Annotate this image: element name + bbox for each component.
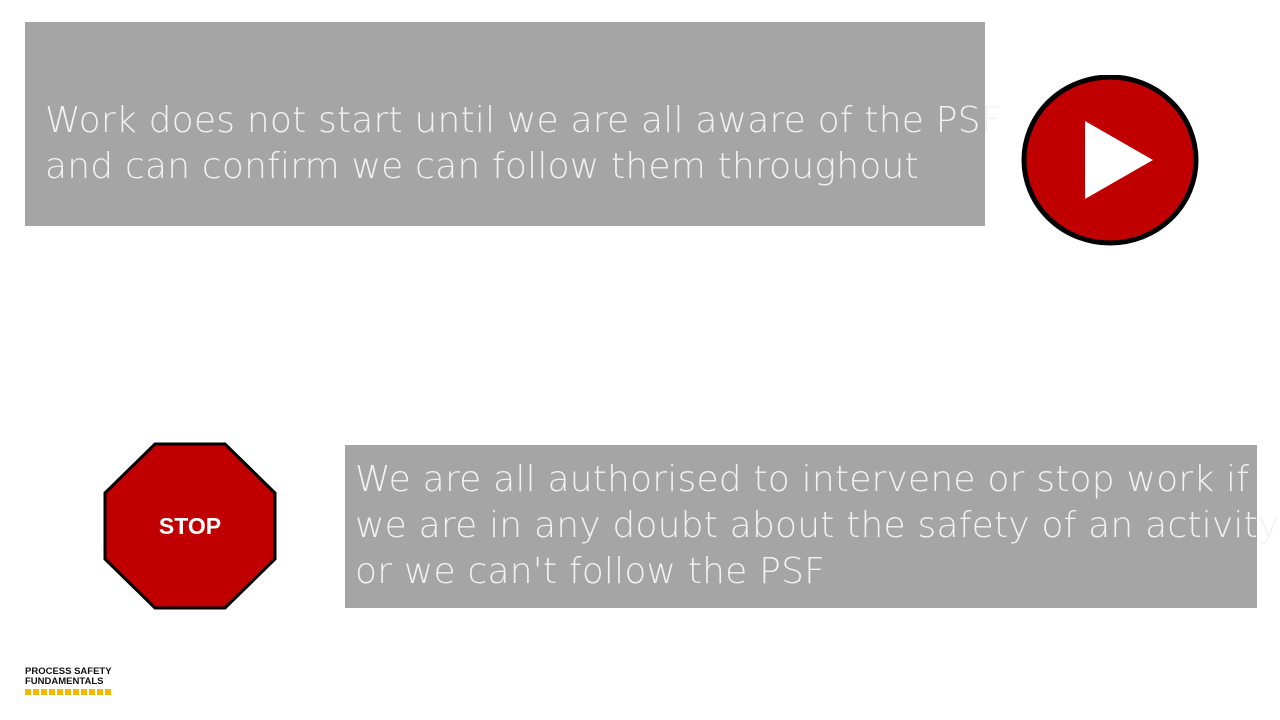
- bottom-message-line-3: or we can't follow the PSF: [355, 551, 826, 592]
- bottom-message-box: We are all authorised to intervene or st…: [345, 445, 1280, 608]
- top-message-box: Work does not start until we are all awa…: [25, 22, 1002, 226]
- logo-squares: [25, 689, 125, 695]
- bottom-message-line-2: we are in any doubt about the safety of …: [355, 505, 1280, 546]
- bottom-message-line-1: We are all authorised to intervene or st…: [355, 459, 1250, 500]
- stop-sign-label: STOP: [158, 512, 222, 539]
- stop-sign-icon: STOP: [103, 442, 277, 610]
- logo-line-2: FUNDAMENTALS: [25, 676, 104, 687]
- psf-logo: PROCESS SAFETY FUNDAMENTALS: [25, 667, 125, 695]
- top-message-line-2: and can confirm we can follow them throu…: [45, 146, 919, 187]
- play-icon[interactable]: [1021, 74, 1201, 247]
- top-message-line-1: Work does not start until we are all awa…: [45, 100, 1002, 141]
